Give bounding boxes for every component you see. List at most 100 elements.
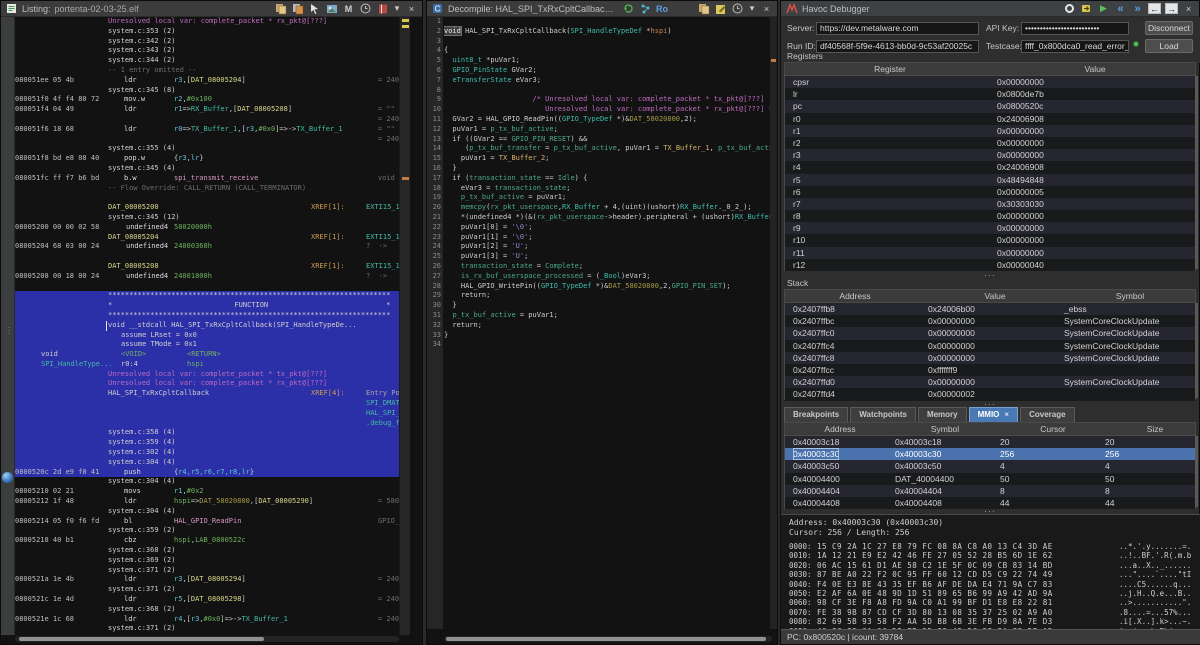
listing-row[interactable]: assume LRset = 0x0 [1,331,399,341]
decompile-line[interactable]: return; [444,321,772,331]
hex-row[interactable]: 0010:1A 12 21 E9 E2 42 46 FE 27 05 52 28… [781,551,1200,560]
registers-table-header[interactable]: Register Value [785,63,1195,76]
decompile-line[interactable]: *(undefined4 *)(&(rx_pkt_userspace->head… [444,213,772,223]
hex-row[interactable]: 0040:F4 0E E3 8E 43 35 EF B6 AF DE DA E4… [781,580,1200,589]
decompile-line[interactable]: if (transaction_state == Idle) { [444,174,772,184]
listing-row[interactable]: system.c:368 (2) [1,546,399,556]
paste-icon[interactable] [291,3,304,15]
listing-row[interactable]: HAL_SPI_I [1,409,399,419]
stack-row[interactable]: 0x2407ffc40x00000000SystemCoreClockUpdat… [785,340,1195,352]
listing-content[interactable]: Unresolved local var: complete_packet * … [1,17,399,635]
listing-row[interactable]: 080051f4 04 49ldrr1=>RX_Buffer,[DAT_0800… [1,105,399,115]
listing-row[interactable]: 080051f8 bd e8 08 40pop.w{r3,lr} [1,154,399,164]
listing-row[interactable]: 0800520c 2d e9 f0 41push{r4,r5,r6,r7,r8,… [1,468,399,478]
listing-row[interactable]: -- Flow Override: CALL_RETURN (CALL_TERM… [1,184,399,194]
load-button[interactable]: Load [1145,39,1193,53]
mmio-row[interactable]: 0x40003c180x40003c182020 [785,436,1195,448]
mmio-scrollbar[interactable] [1195,436,1198,507]
snapshot-icon[interactable] [325,3,338,15]
register-row[interactable]: r110x00000000 [785,247,1195,259]
listing-row[interactable]: .debug_fr [1,419,399,429]
listing-close-icon[interactable]: × [405,3,418,15]
decompile-line[interactable]: memcpy(rx_pkt_userspace,RX_Buffer + 4,(u… [444,203,772,213]
decompile-line[interactable]: return; [444,291,772,301]
decompile-titlebar[interactable]: C Decompile: HAL_SPI_TxRxCpltCallback - … [427,1,777,17]
decompile-line[interactable]: { [444,46,772,56]
register-row[interactable]: pc0x0800520c [785,100,1195,112]
listing-row[interactable]: system.c:358 (4) [1,428,399,438]
stack-row[interactable]: 0x2407ffc00x00000000SystemCoreClockUpdat… [785,327,1195,339]
listing-row[interactable]: system.c:359 (4) [1,438,399,448]
listing-row[interactable]: system.c:342 (2) [1,37,399,47]
hex-row[interactable]: 0000:15 C9 2A 1C 27 E8 79 FC 08 8A C8 A0… [781,542,1200,551]
hex-dump-view[interactable]: Address: 0x40003c30 (0x40003c30) Cursor:… [781,514,1200,631]
listing-row[interactable]: system.c:369 (2) [1,556,399,566]
listing-row[interactable]: * FUNCTION * [1,301,399,311]
decompile-line[interactable]: is_rx_buf_userspace_processed = (_Bool)e… [444,272,772,282]
listing-row[interactable]: = 2400 [1,135,399,145]
decompile-line[interactable]: eTransferState eVar3; [444,76,772,86]
decompile-line[interactable] [444,86,772,96]
listing-row[interactable]: 08005218 40 b1cbzhspi,LAB_0800522c [1,536,399,546]
book-caret-icon[interactable]: ▾ [393,3,401,15]
listing-row[interactable]: = 2400 [1,115,399,125]
step-icon[interactable] [1080,3,1093,15]
decompile-line[interactable]: puVar1[3] = 'U'; [444,252,772,262]
decompile-line[interactable]: GPIO_PinState GVar2; [444,66,772,76]
scrollbar-thumb[interactable] [19,637,264,641]
registers-scrollbar[interactable] [1195,76,1198,269]
stack-table-header[interactable]: Address Value Symbol [785,290,1195,303]
listing-row[interactable]: 08005204 68 03 00 24undefined424000368h?… [1,242,399,252]
stack-section-label[interactable]: Stack [787,278,808,288]
listing-row[interactable]: -- 1 entry omitted -- [1,66,399,76]
register-row[interactable]: r10x00000000 [785,125,1195,137]
refresh-icon[interactable] [622,3,635,15]
listing-row[interactable]: system.c:304 (4) [1,458,399,468]
stack-row[interactable]: 0x2407ffb80x24006b00_ebss [785,303,1195,315]
decompile-line[interactable]: void HAL_SPI_TxRxCpltCallback(SPI_Handle… [444,27,772,37]
tab-memory[interactable]: Memory [918,407,967,422]
listing-row[interactable]: 080051ee 05 4bldrr3,[DAT_08005204]= 2400 [1,76,399,86]
listing-row[interactable]: HAL_SPI_TxRxCpltCallbackXREF[4]:Entry Po… [1,389,399,399]
forward-icon[interactable]: » [1131,3,1144,15]
menu-caret-icon[interactable]: ▾ [748,3,756,15]
testcase-input[interactable]: ffff_0x800dca0_read_error_r [1021,40,1129,53]
listing-row[interactable]: 08005212 1f 48ldrhspi=>DAT_58020800,[DAT… [1,497,399,507]
hex-row[interactable]: 0080:82 69 5B 93 58 F2 AA 5D B8 6B 3E FB… [781,617,1200,626]
listing-row[interactable]: system.c:344 (2) [1,56,399,66]
listing-row[interactable]: 0800521a 1e 4bldrr3,[DAT_08005294]= 2400 [1,575,399,585]
listing-row[interactable]: SPI_DMATr [1,399,399,409]
listing-row[interactable]: system.c:371 (2) [1,624,399,634]
listing-row[interactable]: system.c:345 (8) [1,86,399,96]
decompile-line[interactable]: p_tx_buf_active = puVar1; [444,193,772,203]
listing-row[interactable]: system.c:371 (2) [1,585,399,595]
listing-vertical-scrollbar[interactable] [399,17,410,635]
register-row[interactable]: r40x24006908 [785,161,1195,173]
register-row[interactable]: lr0x0800de7b [785,88,1195,100]
listing-row[interactable]: Unresolved local var: complete_packet * … [1,17,399,27]
decompile-line[interactable]: puVar1[1] = '\0'; [444,233,772,243]
listing-row[interactable]: system.c:359 (2) [1,526,399,536]
decompile-vertical-scrollbar[interactable] [770,17,777,629]
stack-row[interactable]: 0x2407ffc80x00000000SystemCoreClockUpdat… [785,352,1195,364]
listing-row[interactable] [1,252,399,262]
listing-row[interactable]: 080051f0 4f f4 80 72mov.wr2,#0x100 [1,95,399,105]
record-icon[interactable] [1063,3,1076,15]
listing-row[interactable]: 08005200 00 00 02 58undefined458020000h [1,223,399,233]
decompile-line[interactable] [444,37,772,47]
decompile-line[interactable] [444,340,772,350]
register-row[interactable]: r60x00000005 [785,186,1195,198]
tab-watchpoints[interactable]: Watchpoints [850,407,916,422]
stack-row[interactable]: 0x2407ffbc0x00000000SystemCoreClockUpdat… [785,315,1195,327]
server-input[interactable]: https://dev.metalware.com [816,22,979,35]
hex-row[interactable]: 0030:87 BE A0 22 F2 0C 95 FF 60 12 CD D5… [781,570,1200,579]
nav-forward-icon[interactable]: → [1165,3,1178,14]
clock-icon[interactable] [731,3,744,15]
listing-row[interactable]: system.c:353 (2) [1,27,399,37]
rewind-icon[interactable]: « [1114,3,1127,15]
hex-row[interactable]: 0050:E2 AF 6A 0E 48 9D 1D 51 89 65 B6 99… [781,589,1200,598]
listing-row[interactable]: ****************************************… [1,311,399,321]
decompile-line[interactable]: GVar2 = HAL_GPIO_ReadPin((GPIO_TypeDef *… [444,115,772,125]
decompile-line[interactable] [444,17,772,27]
listing-row[interactable]: system.c:304 (4) [1,507,399,517]
